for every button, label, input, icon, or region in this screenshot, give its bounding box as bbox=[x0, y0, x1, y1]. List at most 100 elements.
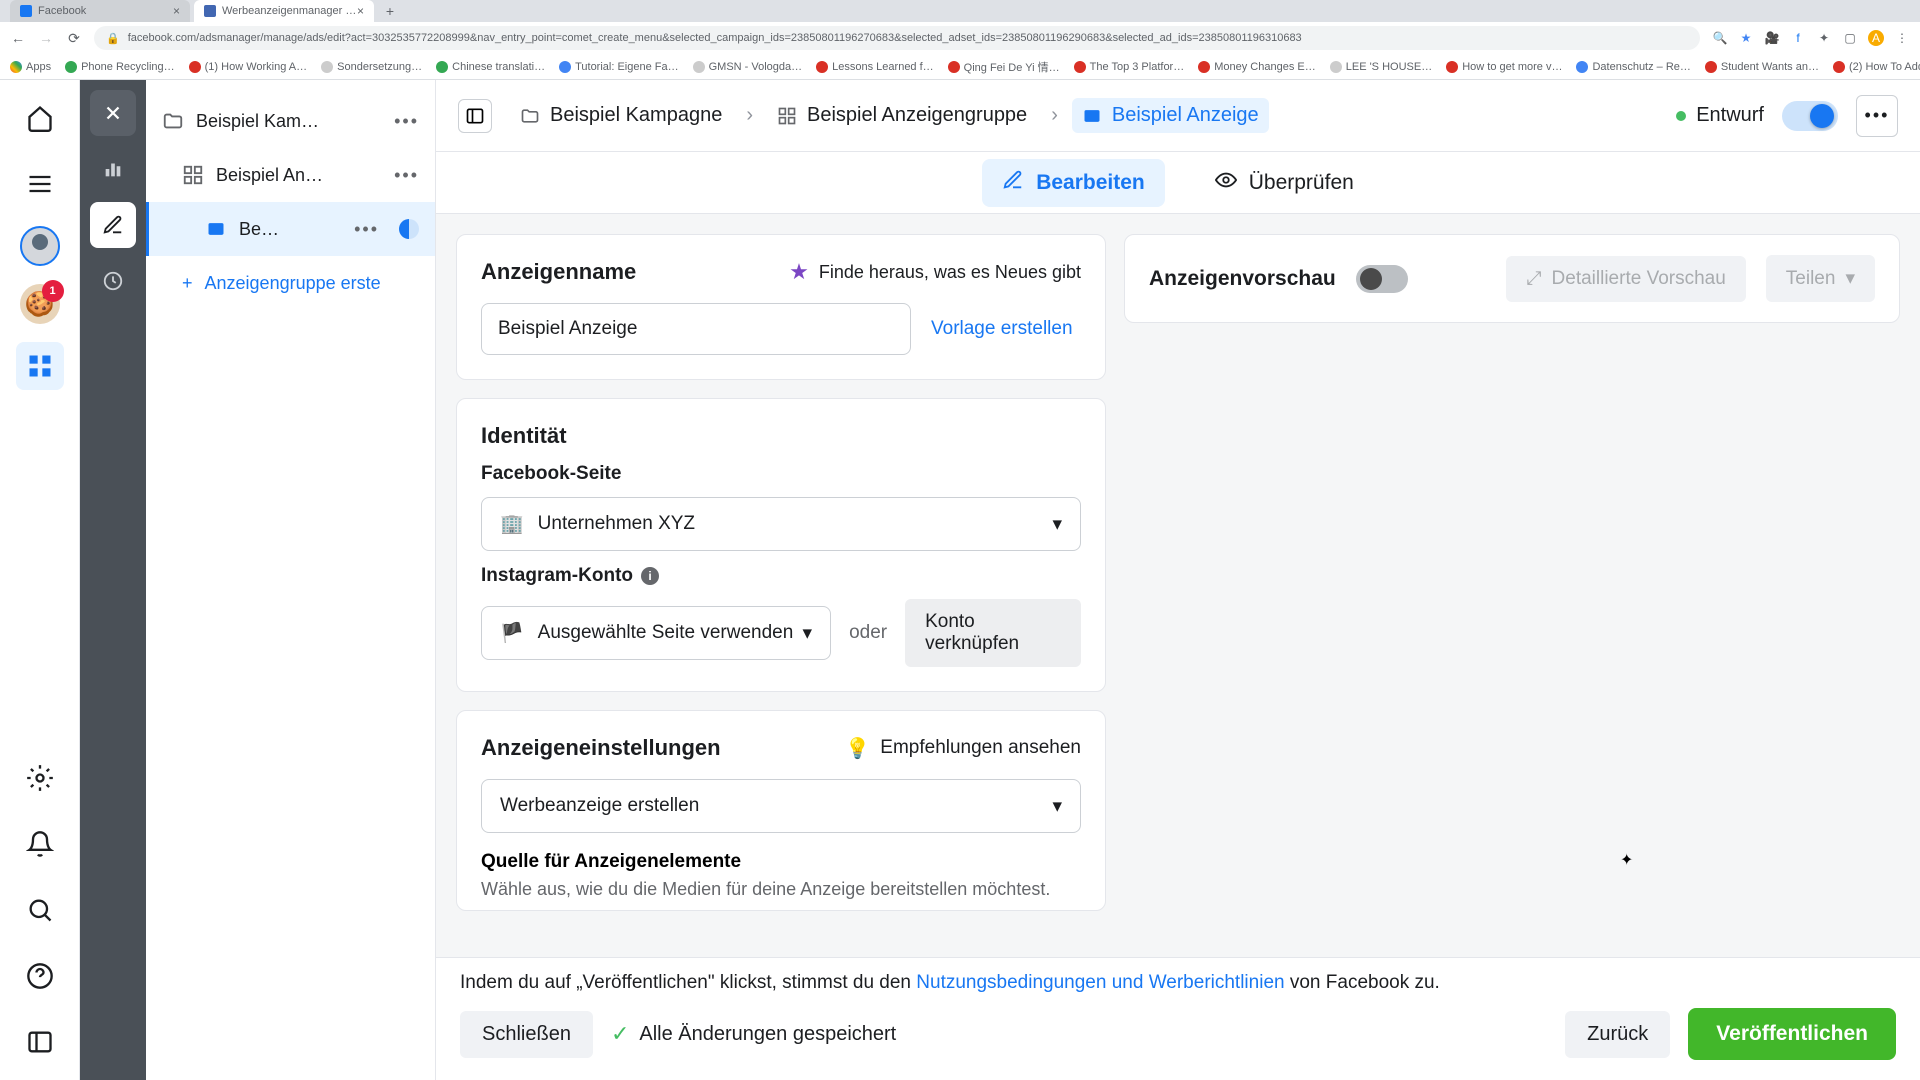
tab-review[interactable]: Überprüfen bbox=[1195, 159, 1374, 207]
bookmark-item[interactable]: (1) How Working A… bbox=[189, 61, 308, 73]
facebook-favicon bbox=[20, 5, 32, 17]
breadcrumb: Beispiel Kampagne › Beispiel Anzeigengru… bbox=[510, 98, 1269, 133]
new-tab-button[interactable]: + bbox=[378, 3, 402, 19]
bookmark-item[interactable]: Tutorial: Eigene Fa… bbox=[559, 61, 679, 73]
chevron-right-icon: › bbox=[746, 104, 753, 127]
bookmark-item[interactable]: Chinese translati… bbox=[436, 61, 545, 73]
ext-icon[interactable]: ✦ bbox=[1816, 30, 1832, 46]
close-button[interactable]: Schließen bbox=[460, 1011, 593, 1058]
collapse-button[interactable] bbox=[16, 1018, 64, 1066]
bookmark-item[interactable]: Qing Fei De Yi 情… bbox=[948, 59, 1060, 75]
close-icon[interactable]: × bbox=[357, 4, 364, 18]
ad-type-select[interactable]: Werbeanzeige erstellen ▾ bbox=[481, 779, 1081, 833]
window-icon[interactable]: ▢ bbox=[1842, 30, 1858, 46]
fbpage-select[interactable]: 🏢 Unternehmen XYZ ▾ bbox=[481, 497, 1081, 551]
info-icon[interactable]: i bbox=[641, 567, 659, 585]
crumb-campaign[interactable]: Beispiel Kampagne bbox=[510, 98, 732, 133]
cookie-icon[interactable]: 🍪1 bbox=[20, 284, 60, 324]
add-adset-button[interactable]: + Anzeigengruppe erste bbox=[146, 256, 435, 310]
bookmark-icon bbox=[1833, 61, 1845, 73]
bookmark-item[interactable]: Datenschutz – Re… bbox=[1576, 61, 1690, 73]
bookmark-item[interactable]: Phone Recycling… bbox=[65, 61, 175, 73]
reload-button[interactable]: ⟳ bbox=[66, 30, 82, 46]
chart-button[interactable] bbox=[90, 146, 136, 192]
more-icon[interactable]: ••• bbox=[394, 165, 419, 186]
ig-select[interactable]: 🏴 Ausgewählte Seite verwenden ▾ bbox=[481, 606, 831, 660]
app-root: 🍪1 Beispiel Kam… ••• Beispiel An… ••• Be… bbox=[0, 80, 1920, 1080]
zoom-icon[interactable]: 🔍 bbox=[1712, 30, 1728, 46]
select-value: Werbeanzeige erstellen bbox=[500, 795, 699, 817]
browser-tab-active[interactable]: Werbeanzeigenmanager - We × bbox=[194, 0, 374, 22]
create-template-link[interactable]: Vorlage erstellen bbox=[931, 318, 1073, 340]
notifications-button[interactable] bbox=[16, 820, 64, 868]
panel-toggle-button[interactable] bbox=[458, 99, 492, 133]
more-icon[interactable]: ••• bbox=[394, 111, 419, 132]
ad-name-input[interactable] bbox=[481, 303, 911, 355]
close-button[interactable] bbox=[90, 90, 136, 136]
user-avatar[interactable] bbox=[20, 226, 60, 266]
recs-text: Empfehlungen ansehen bbox=[880, 737, 1081, 759]
forward-button[interactable]: → bbox=[38, 30, 54, 46]
bookmark-icon bbox=[436, 61, 448, 73]
back-button[interactable]: ← bbox=[10, 30, 26, 46]
tree-ad[interactable]: Be… ••• bbox=[146, 202, 435, 256]
tree-adset[interactable]: Beispiel An… ••• bbox=[146, 148, 435, 202]
bookmark-item[interactable]: Student Wants an… bbox=[1705, 61, 1819, 73]
bookmark-item[interactable]: Money Changes E… bbox=[1198, 61, 1316, 73]
tree-label: Beispiel An… bbox=[216, 165, 382, 186]
browser-chrome: Facebook × Werbeanzeigenmanager - We × +… bbox=[0, 0, 1920, 80]
ads-manager-button[interactable] bbox=[16, 342, 64, 390]
publish-toggle[interactable] bbox=[1782, 101, 1838, 131]
bookmark-item[interactable]: The Top 3 Platfor… bbox=[1074, 61, 1185, 73]
menu-button[interactable] bbox=[16, 160, 64, 208]
edit-button[interactable] bbox=[90, 202, 136, 248]
bookmark-item[interactable]: LEE 'S HOUSE… bbox=[1330, 61, 1432, 73]
fbpage-label: Facebook-Seite bbox=[481, 463, 1081, 485]
history-button[interactable] bbox=[90, 258, 136, 304]
crumb-adset[interactable]: Beispiel Anzeigengruppe bbox=[767, 98, 1037, 133]
preview-toggle[interactable] bbox=[1356, 265, 1408, 293]
crumb-ad[interactable]: Beispiel Anzeige bbox=[1072, 98, 1269, 133]
policy-link[interactable]: Nutzungsbedingungen und Werberichtlinien bbox=[916, 972, 1284, 993]
detailed-preview-button[interactable]: ⤢ Detaillierte Vorschau bbox=[1506, 256, 1745, 302]
address-bar[interactable]: 🔒 facebook.com/adsmanager/manage/ads/edi… bbox=[94, 26, 1700, 50]
menu-icon[interactable]: ⋮ bbox=[1894, 30, 1910, 46]
browser-tab[interactable]: Facebook × bbox=[10, 0, 190, 22]
caret-down-icon: ▾ bbox=[1052, 795, 1062, 818]
tree-campaign[interactable]: Beispiel Kam… ••• bbox=[146, 94, 435, 148]
publish-button[interactable]: Veröffentlichen bbox=[1688, 1008, 1896, 1060]
more-icon[interactable]: ••• bbox=[354, 219, 379, 240]
share-button[interactable]: Teilen ▾ bbox=[1766, 255, 1875, 302]
bookmark-item[interactable]: Apps bbox=[10, 61, 51, 73]
saved-text: Alle Änderungen gespeichert bbox=[639, 1023, 896, 1046]
profile-icon[interactable]: A bbox=[1868, 30, 1884, 46]
preview-column: Anzeigenvorschau ⤢ Detaillierte Vorschau… bbox=[1124, 234, 1900, 937]
bookmark-item[interactable]: (2) How To Add A… bbox=[1833, 61, 1920, 73]
bookmark-icon bbox=[189, 61, 201, 73]
close-icon[interactable]: × bbox=[173, 4, 180, 18]
bookmark-item[interactable]: Sondersetzung… bbox=[321, 61, 422, 73]
search-button[interactable] bbox=[16, 886, 64, 934]
consent-text: Indem du auf „Veröffentlichen" klickst, … bbox=[460, 972, 1896, 994]
hint-text: Finde heraus, was es Neues gibt bbox=[819, 262, 1081, 283]
more-button[interactable]: ••• bbox=[1856, 95, 1898, 137]
back-button[interactable]: Zurück bbox=[1565, 1011, 1670, 1058]
help-button[interactable] bbox=[16, 952, 64, 1000]
bookmark-item[interactable]: GMSN - Vologda… bbox=[693, 61, 803, 73]
tab-row: Facebook × Werbeanzeigenmanager - We × + bbox=[0, 0, 1920, 22]
apps-icon bbox=[10, 61, 22, 73]
star-icon[interactable]: ★ bbox=[1738, 30, 1754, 46]
fb-icon[interactable]: f bbox=[1790, 30, 1806, 46]
status-label: Entwurf bbox=[1696, 104, 1764, 127]
bookmark-item[interactable]: How to get more v… bbox=[1446, 61, 1562, 73]
star-icon: ★ bbox=[789, 259, 809, 285]
home-button[interactable] bbox=[16, 94, 64, 142]
settings-button[interactable] bbox=[16, 754, 64, 802]
bookmark-item[interactable]: Lessons Learned f… bbox=[816, 61, 934, 73]
media-icon[interactable]: 🎥 bbox=[1764, 30, 1780, 46]
whats-new-hint[interactable]: ★ Finde heraus, was es Neues gibt bbox=[789, 259, 1081, 285]
link-account-button[interactable]: Konto verknüpfen bbox=[905, 599, 1081, 667]
recommendations-link[interactable]: 💡 Empfehlungen ansehen bbox=[845, 736, 1081, 761]
flag-icon: 🏴 bbox=[500, 621, 524, 645]
tab-edit[interactable]: Bearbeiten bbox=[982, 159, 1165, 207]
